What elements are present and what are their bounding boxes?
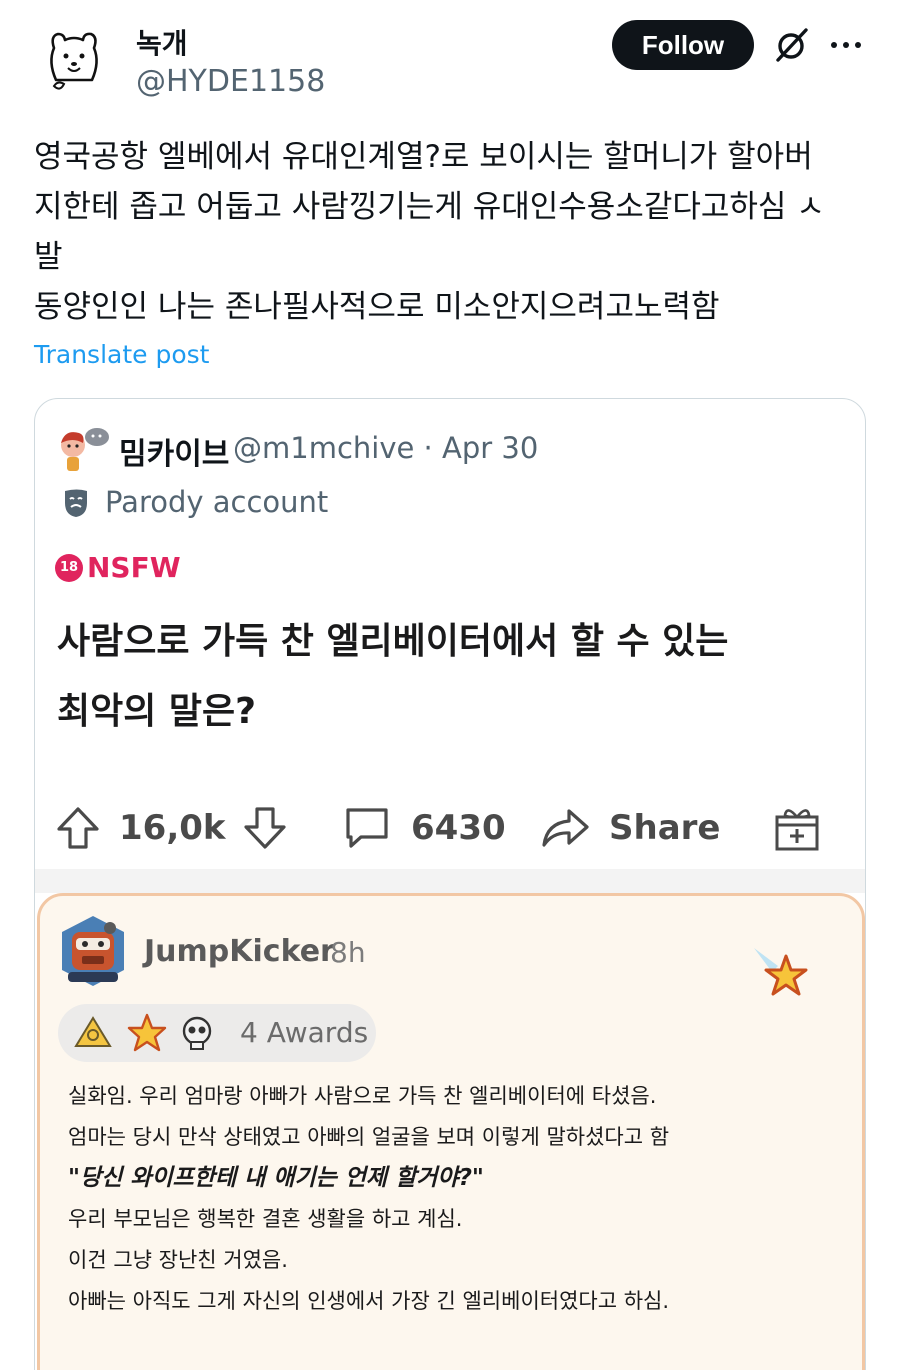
comment-time: 8h bbox=[330, 936, 366, 969]
user-avatar[interactable] bbox=[34, 22, 114, 102]
share-arrow-icon bbox=[542, 809, 589, 847]
reddit-title-line: 최악의 말은? bbox=[57, 691, 257, 732]
upvote-group: 16,0k bbox=[55, 805, 288, 851]
comment-line: 실화임. 우리 엄마랑 아빠가 사람으로 가득 찬 엘리베이터에 타셨음. bbox=[68, 1084, 657, 1108]
share-label: Share bbox=[609, 808, 721, 848]
nsfw-age-badge: 18 bbox=[55, 553, 83, 582]
comment-line: 아빠는 아직도 그게 자신의 인생에서 가장 긴 엘리베이터였다고 하심. bbox=[68, 1289, 670, 1313]
comment-line: 이건 그냥 장난친 거였음. bbox=[68, 1248, 288, 1272]
theater-mask-icon bbox=[61, 487, 97, 519]
tweet-line: 동양인인 나는 존나필사적으로 미소안지으려고노력함 bbox=[34, 289, 720, 325]
awards-pill: 4 Awards bbox=[58, 1004, 376, 1062]
reddit-title-line: 사람으로 가득 찬 엘리베이터에서 할 수 있는 bbox=[57, 621, 729, 662]
nsfw-label: NSFW bbox=[87, 551, 181, 584]
comments-group: 6430 bbox=[343, 805, 506, 851]
quoted-post[interactable]: 밈카이브 @m1mchive · Apr 30 Parody account 1… bbox=[34, 398, 866, 1370]
gift-box-icon bbox=[775, 809, 819, 851]
helpful-award-icon bbox=[74, 1016, 112, 1047]
tweet-body: 영국공항 엘베에서 유대인계열?로 보이시는 할머니가 할아버 지한테 좁고 어… bbox=[34, 132, 874, 332]
award-gift-button bbox=[773, 803, 821, 853]
comment-line: 우리 부모님은 행복한 결혼 생활을 하고 계심. bbox=[68, 1207, 463, 1231]
comment-line: 엄마는 당시 만삭 상태였고 아빠의 얼굴을 보며 이렇게 말하셨다고 함 bbox=[68, 1125, 670, 1149]
author-handle[interactable]: @HYDE1158 bbox=[136, 64, 325, 99]
quoted-handle-date[interactable]: @m1mchive · Apr 30 bbox=[233, 431, 538, 465]
tweet-line: 지한테 좁고 어둡고 사람낑기는게 유대인수용소같다고하심 ㅅ bbox=[34, 189, 825, 225]
reddit-action-bar: 16,0k 6430 Share bbox=[35, 795, 865, 859]
section-divider bbox=[35, 869, 865, 893]
more-dots-icon[interactable] bbox=[828, 30, 864, 60]
bear-doodle-avatar-icon bbox=[34, 22, 114, 102]
quoted-avatar[interactable] bbox=[57, 425, 111, 473]
upvote-arrow-icon bbox=[57, 807, 99, 849]
tweet-header: 녹개 @HYDE1158 Follow bbox=[0, 0, 900, 110]
tweet-line: 영국공항 엘베에서 유대인계열?로 보이시는 할머니가 할아버 bbox=[34, 139, 813, 175]
reddit-comment-card: JumpKicker 8h 4 Awards 실화임. 우리 엄마랑 아빠가 사… bbox=[37, 893, 865, 1370]
follow-button[interactable]: Follow bbox=[612, 20, 754, 70]
star-award-icon bbox=[127, 1013, 167, 1052]
upvote-count: 16,0k bbox=[119, 808, 226, 848]
commenter-username: JumpKicker bbox=[144, 934, 335, 969]
shooting-star-icon bbox=[752, 946, 816, 1004]
downvote-arrow-icon bbox=[243, 807, 286, 849]
comment-body: 실화임. 우리 엄마랑 아빠가 사람으로 가득 찬 엘리베이터에 타셨음. 엄마… bbox=[68, 1076, 848, 1322]
skull-award-icon bbox=[182, 1016, 212, 1050]
commenter-avatar bbox=[54, 912, 132, 990]
comment-count: 6430 bbox=[411, 808, 506, 848]
awards-count: 4 Awards bbox=[240, 1016, 369, 1049]
author-display-name[interactable]: 녹개 bbox=[136, 22, 188, 62]
comment-quote-line: "당신 와이프한테 내 애기는 언제 할거야?" bbox=[68, 1165, 484, 1191]
share-group: Share bbox=[539, 805, 720, 851]
translate-post-link[interactable]: Translate post bbox=[34, 340, 209, 369]
parody-account-label: Parody account bbox=[105, 485, 329, 519]
nsfw-tag: 18 NSFW bbox=[55, 551, 181, 584]
tweet-line: 발 bbox=[34, 239, 63, 275]
quoted-display-name[interactable]: 밈카이브 bbox=[119, 429, 229, 473]
slash-circle-icon[interactable] bbox=[770, 24, 812, 66]
meme-character-avatar-icon bbox=[61, 428, 109, 471]
comment-bubble-icon bbox=[346, 808, 388, 848]
reddit-post-title: 사람으로 가득 찬 엘리베이터에서 할 수 있는 최악의 말은? bbox=[57, 607, 847, 747]
robot-avatar-icon bbox=[62, 916, 124, 986]
